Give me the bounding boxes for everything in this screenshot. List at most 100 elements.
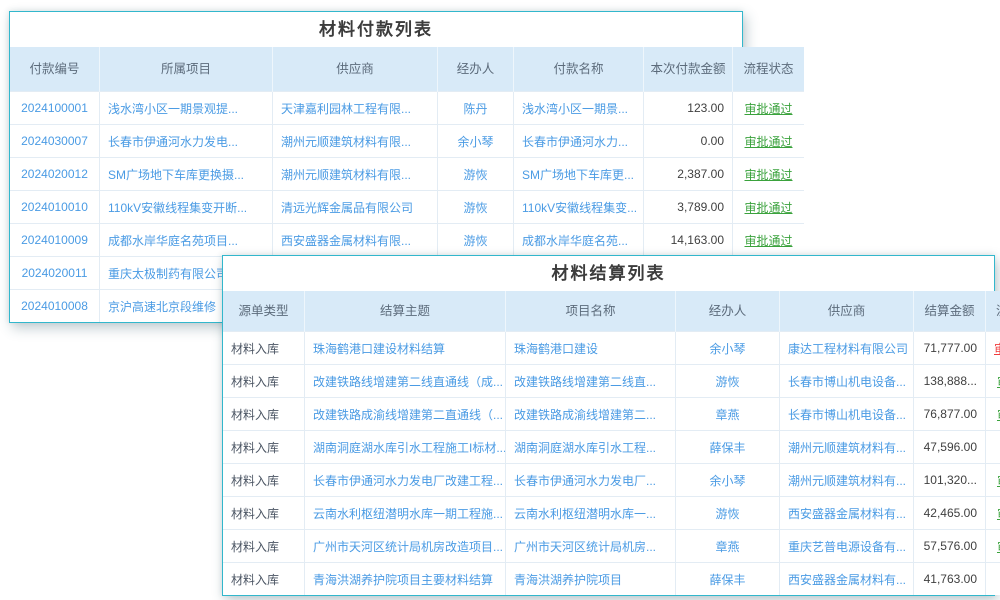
payment-cell-supplier[interactable]: 潮州元顺建筑材料有限... [273, 125, 438, 158]
settlement-cell-status[interactable]: 审批通过 [986, 365, 1000, 398]
payment-column-payment-id: 付款编号 [10, 47, 100, 92]
settlement-cell-project-name[interactable]: 湖南洞庭湖水库引水工程... [506, 431, 676, 464]
payment-cell-project[interactable]: 浅水湾小区一期景观提... [100, 92, 273, 125]
payment-cell-supplier[interactable]: 潮州元顺建筑材料有限... [273, 158, 438, 191]
settlement-cell-handler[interactable]: 章燕 [676, 530, 780, 563]
settlement-cell-supplier[interactable]: 康达工程材料有限公司 [780, 332, 914, 365]
payment-cell-supplier[interactable]: 西安盛器金属材料有限... [273, 224, 438, 257]
settlement-cell-project-name[interactable]: 珠海鹤港口建设 [506, 332, 676, 365]
settlement-cell-source-type: 材料入库 [223, 497, 305, 530]
settlement-cell-supplier[interactable]: 长春市博山机电设备... [780, 365, 914, 398]
payment-cell-supplier[interactable]: 天津嘉利园林工程有限... [273, 92, 438, 125]
payment-column-project: 所属项目 [100, 47, 273, 92]
settlement-cell-status: 审批中 [986, 431, 1000, 464]
settlement-cell-settlement-subject[interactable]: 改建铁路线增建第二线直通线（成... [305, 365, 506, 398]
settlement-cell-settlement-subject[interactable]: 长春市伊通河水力发电厂改建工程... [305, 464, 506, 497]
settlement-cell-source-type: 材料入库 [223, 332, 305, 365]
settlement-cell-supplier[interactable]: 长春市博山机电设备... [780, 398, 914, 431]
settlement-cell-project-name[interactable]: 云南水利枢纽潜明水库一... [506, 497, 676, 530]
payment-cell-status[interactable]: 审批通过 [733, 224, 805, 257]
payment-cell-handler[interactable]: 余小琴 [438, 125, 514, 158]
settlement-cell-supplier[interactable]: 西安盛器金属材料有... [780, 497, 914, 530]
payment-cell-amount: 0.00 [644, 125, 733, 158]
settlement-cell-status[interactable]: 审批通过 [986, 464, 1000, 497]
settlement-cell-project-name[interactable]: 青海洪湖养护院项目 [506, 563, 676, 596]
payment-cell-project[interactable]: 长春市伊通河水力发电... [100, 125, 273, 158]
payment-column-handler: 经办人 [438, 47, 514, 92]
payment-cell-payment-name[interactable]: 110kV安徽线程集变... [514, 191, 644, 224]
settlement-cell-status[interactable]: 审批通过 [986, 398, 1000, 431]
settlement-cell-project-name[interactable]: 长春市伊通河水力发电厂... [506, 464, 676, 497]
payment-cell-handler[interactable]: 游恢 [438, 158, 514, 191]
payment-cell-project[interactable]: 110kV安徽线程集变开断... [100, 191, 273, 224]
payment-cell-handler[interactable]: 陈丹 [438, 92, 514, 125]
settlement-cell-handler[interactable]: 余小琴 [676, 464, 780, 497]
settlement-cell-amount: 47,596.00 [914, 431, 986, 464]
settlement-cell-handler[interactable]: 薛保丰 [676, 431, 780, 464]
settlement-cell-handler[interactable]: 薛保丰 [676, 563, 780, 596]
settlement-cell-handler[interactable]: 游恢 [676, 497, 780, 530]
payment-cell-payment-id[interactable]: 2024020012 [10, 158, 100, 191]
payment-cell-payment-id[interactable]: 2024010008 [10, 290, 100, 323]
settlement-cell-settlement-subject[interactable]: 青海洪湖养护院项目主要材料结算 [305, 563, 506, 596]
payment-cell-amount: 3,789.00 [644, 191, 733, 224]
settlement-cell-settlement-subject[interactable]: 湖南洞庭湖水库引水工程施工I标材... [305, 431, 506, 464]
settlement-cell-project-name[interactable]: 改建铁路线增建第二线直... [506, 365, 676, 398]
settlement-cell-settlement-subject[interactable]: 珠海鹤港口建设材料结算 [305, 332, 506, 365]
settlement-list-card: 材料结算列表 源单类型结算主题项目名称经办人供应商结算金额流程状态 材料入库珠海… [222, 255, 995, 596]
settlement-cell-status[interactable]: 审批通过 [986, 530, 1000, 563]
settlement-table-header: 源单类型结算主题项目名称经办人供应商结算金额流程状态 [223, 291, 1000, 332]
payment-cell-amount: 123.00 [644, 92, 733, 125]
settlement-cell-amount: 76,877.00 [914, 398, 986, 431]
settlement-cell-project-name[interactable]: 改建铁路成渝线增建第二... [506, 398, 676, 431]
payment-cell-payment-id[interactable]: 2024010010 [10, 191, 100, 224]
settlement-row: 材料入库青海洪湖养护院项目主要材料结算青海洪湖养护院项目薛保丰西安盛器金属材料有… [223, 563, 1000, 596]
settlement-cell-settlement-subject[interactable]: 广州市天河区统计局机房改造项目... [305, 530, 506, 563]
settlement-row: 材料入库长春市伊通河水力发电厂改建工程...长春市伊通河水力发电厂...余小琴潮… [223, 464, 1000, 497]
settlement-cell-handler[interactable]: 游恢 [676, 365, 780, 398]
settlement-cell-project-name[interactable]: 广州市天河区统计局机房... [506, 530, 676, 563]
payment-cell-payment-id[interactable]: 2024100001 [10, 92, 100, 125]
payment-cell-handler[interactable]: 游恢 [438, 191, 514, 224]
settlement-cell-handler[interactable]: 余小琴 [676, 332, 780, 365]
settlement-cell-source-type: 材料入库 [223, 365, 305, 398]
settlement-column-status: 流程状态 [986, 291, 1000, 332]
payment-cell-status[interactable]: 审批通过 [733, 158, 805, 191]
payment-table-header: 付款编号所属项目供应商经办人付款名称本次付款金额流程状态 [10, 47, 804, 92]
payment-cell-payment-name[interactable]: SM广场地下车库更... [514, 158, 644, 191]
payment-cell-payment-name[interactable]: 成都水岸华庭名苑... [514, 224, 644, 257]
settlement-cell-supplier[interactable]: 潮州元顺建筑材料有... [780, 464, 914, 497]
payment-row: 2024020012SM广场地下车库更换摄...潮州元顺建筑材料有限...游恢S… [10, 158, 804, 191]
payment-column-payment-name: 付款名称 [514, 47, 644, 92]
settlement-column-settlement-subject: 结算主题 [305, 291, 506, 332]
payment-cell-status[interactable]: 审批通过 [733, 125, 805, 158]
settlement-column-handler: 经办人 [676, 291, 780, 332]
payment-column-status: 流程状态 [733, 47, 805, 92]
payment-cell-payment-name[interactable]: 浅水湾小区一期景... [514, 92, 644, 125]
payment-cell-project[interactable]: SM广场地下车库更换摄... [100, 158, 273, 191]
payment-cell-supplier[interactable]: 清远光辉金属品有限公司 [273, 191, 438, 224]
payment-cell-payment-name[interactable]: 长春市伊通河水力... [514, 125, 644, 158]
payment-column-amount: 本次付款金额 [644, 47, 733, 92]
settlement-cell-source-type: 材料入库 [223, 398, 305, 431]
payment-cell-status[interactable]: 审批通过 [733, 191, 805, 224]
payment-cell-project[interactable]: 成都水岸华庭名苑项目... [100, 224, 273, 257]
payment-cell-handler[interactable]: 游恢 [438, 224, 514, 257]
payment-cell-payment-id[interactable]: 2024020011 [10, 257, 100, 290]
settlement-cell-supplier[interactable]: 潮州元顺建筑材料有... [780, 431, 914, 464]
settlement-cell-status[interactable]: 审批通过 [986, 497, 1000, 530]
settlement-cell-handler[interactable]: 章燕 [676, 398, 780, 431]
settlement-row: 材料入库广州市天河区统计局机房改造项目...广州市天河区统计局机房...章燕重庆… [223, 530, 1000, 563]
settlement-cell-settlement-subject[interactable]: 云南水利枢纽潜明水库一期工程施... [305, 497, 506, 530]
payment-cell-status[interactable]: 审批通过 [733, 92, 805, 125]
settlement-row: 材料入库珠海鹤港口建设材料结算珠海鹤港口建设余小琴康达工程材料有限公司71,77… [223, 332, 1000, 365]
payment-cell-payment-id[interactable]: 2024030007 [10, 125, 100, 158]
settlement-table-body: 材料入库珠海鹤港口建设材料结算珠海鹤港口建设余小琴康达工程材料有限公司71,77… [223, 332, 1000, 596]
settlement-cell-amount: 41,763.00 [914, 563, 986, 596]
settlement-cell-supplier[interactable]: 西安盛器金属材料有... [780, 563, 914, 596]
settlement-cell-status[interactable]: 审批不通过 [986, 332, 1000, 365]
settlement-cell-source-type: 材料入库 [223, 563, 305, 596]
settlement-cell-settlement-subject[interactable]: 改建铁路成渝线增建第二直通线（... [305, 398, 506, 431]
payment-cell-payment-id[interactable]: 2024010009 [10, 224, 100, 257]
settlement-cell-supplier[interactable]: 重庆艺普电源设备有... [780, 530, 914, 563]
